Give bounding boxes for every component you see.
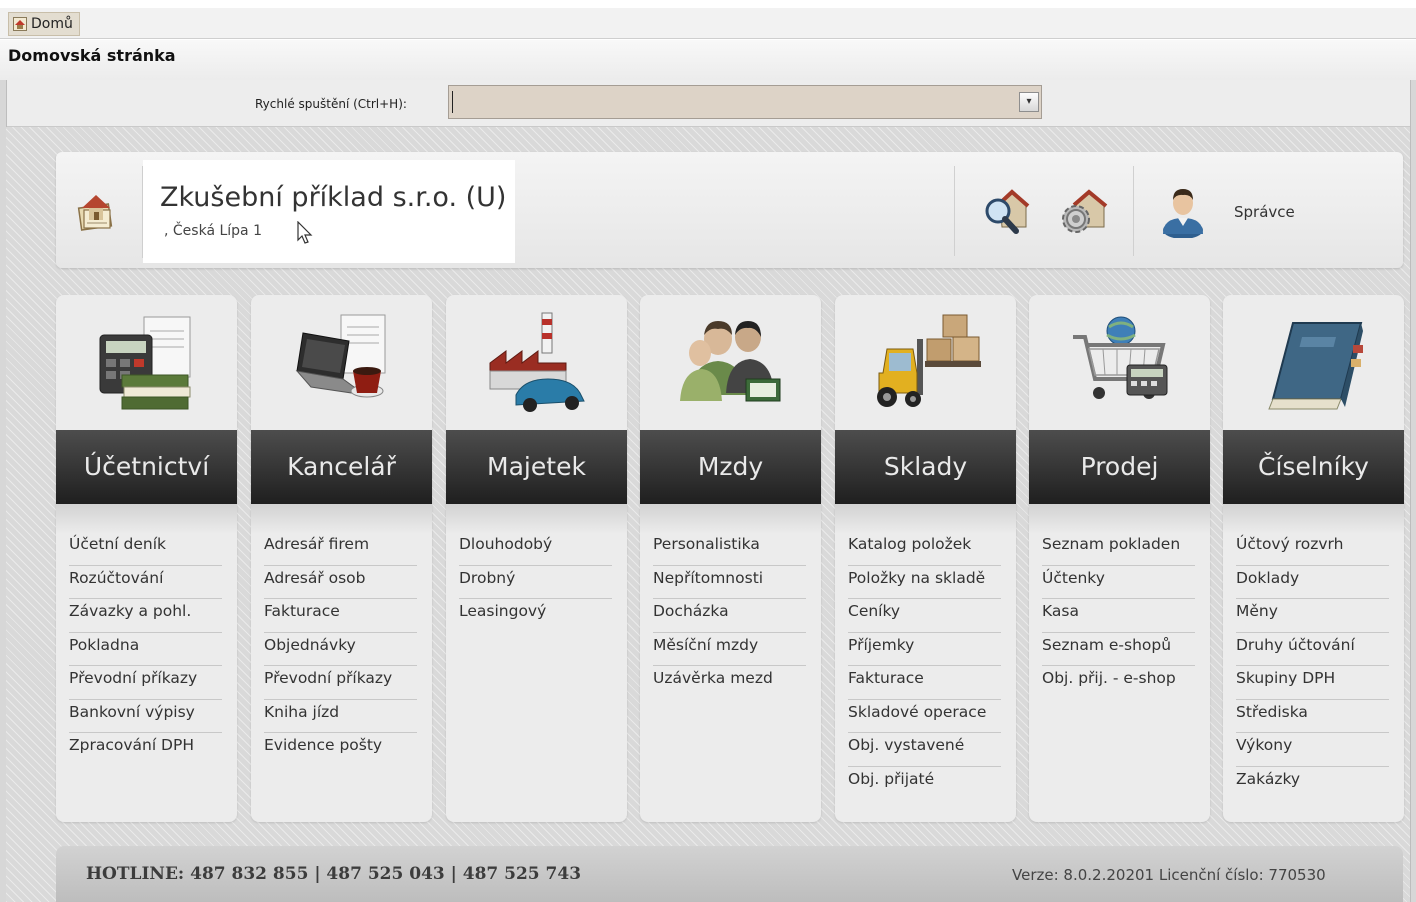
forklift-icon (877, 314, 981, 407)
menu-item[interactable]: Účtenky (1042, 566, 1195, 599)
version-license-text: Verze: 8.0.2.20201 Licenční číslo: 77053… (1012, 866, 1326, 884)
menu-item[interactable]: Adresář firem (264, 532, 417, 566)
module-mzdy[interactable]: Mzdy Personalistika Nepřítomnosti Docház… (640, 295, 821, 822)
quick-start-label: Rychlé spuštění (Ctrl+H): (255, 97, 407, 111)
menu-item[interactable]: Katalog položek (848, 532, 1001, 566)
menu-item[interactable]: Dlouhodobý (459, 532, 612, 566)
menu-item[interactable]: Nepřítomnosti (653, 566, 806, 599)
search-home-icon[interactable] (982, 189, 1030, 237)
menu-item[interactable]: Obj. vystavené (848, 733, 1001, 767)
menu-item[interactable]: Kasa (1042, 599, 1195, 633)
menu-item[interactable]: Převodní příkazy (264, 666, 417, 700)
menu-item[interactable]: Účetní deník (69, 532, 222, 566)
menu-item[interactable]: Převodní příkazy (69, 666, 222, 700)
module-ucetnictvi[interactable]: Účetnictví Účetní deník Rozúčtování Záva… (56, 295, 237, 822)
module-menu: Adresář firem Adresář osob Fakturace Obj… (264, 532, 417, 767)
tab-home[interactable]: Domů (8, 12, 80, 36)
menu-item[interactable]: Zpracování DPH (69, 733, 222, 767)
module-title[interactable]: Mzdy (640, 430, 821, 504)
module-menu: Účtový rozvrh Doklady Měny Druhy účtován… (1236, 532, 1389, 800)
factory-car-icon (489, 312, 585, 412)
menu-item[interactable]: Zakázky (1236, 767, 1389, 801)
home-documents-icon[interactable] (74, 190, 118, 234)
menu-item[interactable]: Závazky a pohl. (69, 599, 222, 633)
menu-item[interactable]: Účtový rozvrh (1236, 532, 1389, 566)
module-title[interactable]: Účetnictví (56, 430, 237, 504)
hotline-text: HOTLINE: 487 832 855 | 487 525 043 | 487… (86, 864, 582, 884)
module-menu: Seznam pokladen Účtenky Kasa Seznam e-sh… (1042, 532, 1195, 700)
menu-item[interactable]: Drobný (459, 566, 612, 599)
module-title[interactable]: Číselníky (1223, 430, 1404, 504)
menu-item[interactable]: Fakturace (264, 599, 417, 633)
company-name[interactable]: Zkušební příklad s.r.o. (U) (160, 182, 506, 213)
menu-item[interactable]: Seznam pokladen (1042, 532, 1195, 566)
chevron-down-icon[interactable]: ▾ (1019, 92, 1039, 112)
people-money-icon (680, 321, 781, 402)
menu-item[interactable]: Rozúčtování (69, 566, 222, 599)
title-bar (0, 40, 1416, 80)
menu-item[interactable]: Měsíční mzdy (653, 633, 806, 666)
company-address: , Česká Lípa 1 (164, 223, 262, 239)
top-strip (0, 0, 1416, 8)
mouse-cursor-icon (297, 221, 313, 244)
text-caret (452, 91, 453, 113)
module-prodej[interactable]: Prodej Seznam pokladen Účtenky Kasa Sezn… (1029, 295, 1210, 822)
shopping-cart-icon (1073, 316, 1168, 399)
menu-item[interactable]: Skupiny DPH (1236, 666, 1389, 700)
menu-item[interactable]: Evidence pošty (264, 733, 417, 767)
module-ciselniky[interactable]: Číselníky Účtový rozvrh Doklady Měny Dru… (1223, 295, 1404, 822)
menu-item[interactable]: Střediska (1236, 700, 1389, 733)
module-title[interactable]: Kancelář (251, 430, 432, 504)
menu-item[interactable]: Fakturace (848, 666, 1001, 700)
module-sklady[interactable]: Sklady Katalog položek Položky na skladě… (835, 295, 1016, 822)
menu-item[interactable]: Výkony (1236, 733, 1389, 767)
settings-gear-icon[interactable] (1056, 189, 1108, 237)
menu-item[interactable]: Docházka (653, 599, 806, 633)
menu-item[interactable]: Obj. přij. - e-shop (1042, 666, 1195, 700)
menu-item[interactable]: Obj. přijaté (848, 767, 1001, 801)
tab-home-label: Domů (31, 16, 73, 32)
office-laptop-icon (295, 314, 386, 398)
menu-item[interactable]: Objednávky (264, 633, 417, 666)
header-separator (954, 166, 955, 256)
module-menu: Účetní deník Rozúčtování Závazky a pohl.… (69, 532, 222, 767)
user-avatar-icon[interactable] (1160, 186, 1206, 238)
menu-item[interactable]: Druhy účtování (1236, 633, 1389, 666)
menu-item[interactable]: Doklady (1236, 566, 1389, 599)
menu-item[interactable]: Bankovní výpisy (69, 700, 222, 733)
page-title: Domovská stránka (8, 46, 176, 65)
tab-bar: Domů (0, 8, 1416, 39)
menu-item[interactable]: Položky na skladě (848, 566, 1001, 599)
menu-item[interactable]: Měny (1236, 599, 1389, 633)
module-menu: Personalistika Nepřítomnosti Docházka Mě… (653, 532, 806, 700)
quick-start-input[interactable]: ▾ (448, 85, 1042, 119)
module-menu: Dlouhodobý Drobný Leasingový (459, 532, 612, 633)
user-name[interactable]: Správce (1234, 203, 1295, 221)
book-icon (1268, 322, 1363, 410)
header-separator (1133, 166, 1134, 256)
module-title[interactable]: Sklady (835, 430, 1016, 504)
module-title[interactable]: Prodej (1029, 430, 1210, 504)
module-kancelar[interactable]: Kancelář Adresář firem Adresář osob Fakt… (251, 295, 432, 822)
menu-item[interactable]: Skladové operace (848, 700, 1001, 733)
menu-item[interactable]: Leasingový (459, 599, 612, 633)
menu-item[interactable]: Uzávěrka mezd (653, 666, 806, 700)
module-menu: Katalog položek Položky na skladě Ceníky… (848, 532, 1001, 800)
menu-item[interactable]: Příjemky (848, 633, 1001, 666)
menu-item[interactable]: Seznam e-shopů (1042, 633, 1195, 666)
home-icon (13, 17, 27, 31)
right-frame-edge (1410, 80, 1416, 902)
menu-item[interactable]: Personalistika (653, 532, 806, 566)
menu-item[interactable]: Adresář osob (264, 566, 417, 599)
menu-item[interactable]: Kniha jízd (264, 700, 417, 733)
module-title[interactable]: Majetek (446, 430, 627, 504)
menu-item[interactable]: Ceníky (848, 599, 1001, 633)
accounting-icon (99, 316, 191, 410)
menu-item[interactable]: Pokladna (69, 633, 222, 666)
module-majetek[interactable]: Majetek Dlouhodobý Drobný Leasingový (446, 295, 627, 822)
